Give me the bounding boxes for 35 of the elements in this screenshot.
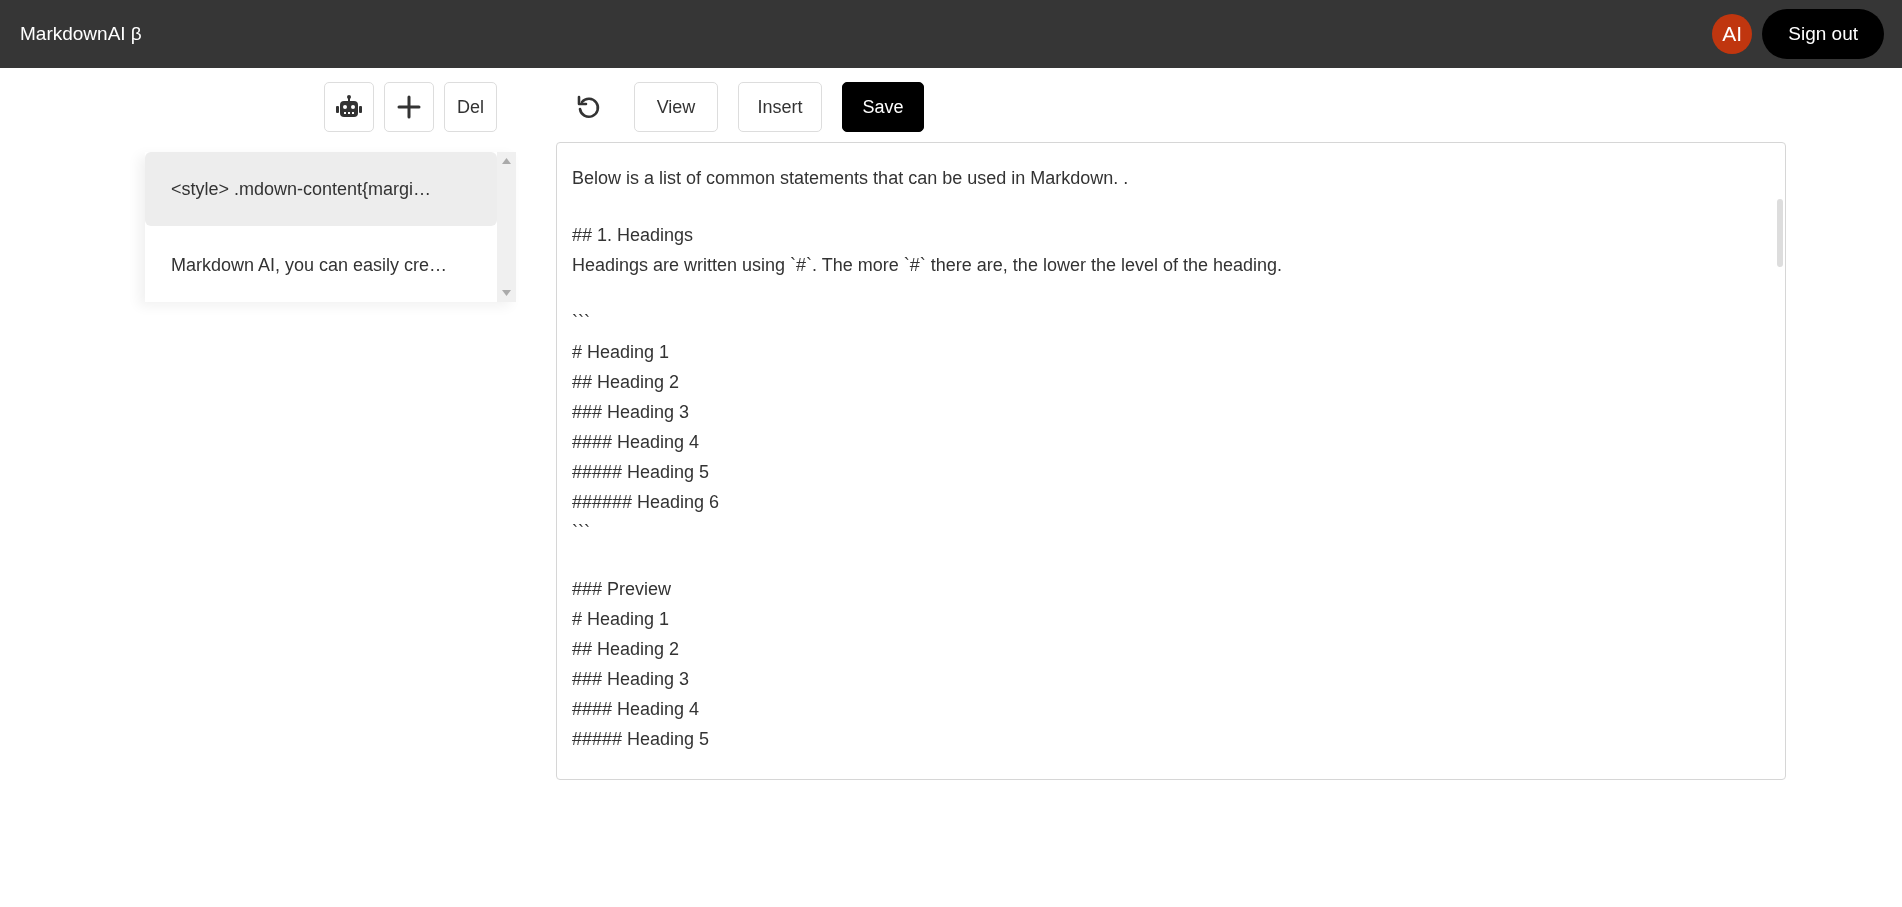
markdown-editor[interactable] <box>556 142 1786 780</box>
text-line: ##### Heading 5 <box>572 461 711 484</box>
text-line: Below is a list of common statements that can be used in Markdown. . <box>572 167 1130 190</box>
text-line: ##### Heading 5 <box>572 728 711 751</box>
text-line: ``` <box>572 311 591 334</box>
user-avatar[interactable]: AI <box>1712 14 1753 54</box>
text-line: Headings are written using `#`. The more `#` there are, the lower the level of the heading. <box>572 254 1284 277</box>
delete-button[interactable]: Del <box>444 82 497 132</box>
text-line: ## Heading 2 <box>572 371 681 394</box>
note-item[interactable]: Markdown AI, you can easily cre… <box>145 228 497 302</box>
sign-out-button[interactable]: Sign out <box>1762 9 1884 59</box>
robot-button[interactable] <box>324 82 374 132</box>
text-line: ###### Heading 6 <box>572 491 721 514</box>
scroll-up-icon[interactable] <box>502 158 511 164</box>
note-item[interactable]: <style> .mdown-content{margi… <box>145 152 497 226</box>
plus-icon <box>397 95 421 119</box>
text-line: #### Heading 4 <box>572 698 701 721</box>
save-button[interactable]: Save <box>842 82 924 132</box>
undo-icon <box>576 94 602 120</box>
text-line: # Heading 1 <box>572 608 671 631</box>
text-line: # Heading 1 <box>572 341 671 364</box>
app-title: MarkdownAI β <box>20 23 143 45</box>
text-line: ### Heading 3 <box>572 668 691 691</box>
insert-button[interactable]: Insert <box>738 82 822 132</box>
text-line: ``` <box>572 521 591 544</box>
view-button[interactable]: View <box>634 82 718 132</box>
text-line: ## 1. Headings <box>572 224 695 247</box>
scrollbar-thumb[interactable] <box>1777 199 1783 267</box>
text-line: ### Heading 3 <box>572 401 691 424</box>
add-button[interactable] <box>384 82 434 132</box>
text-line: ## Heading 2 <box>572 638 681 661</box>
robot-icon <box>336 95 362 119</box>
scroll-down-icon[interactable] <box>502 290 511 296</box>
text-line: ### Preview <box>572 578 673 601</box>
text-line: #### Heading 4 <box>572 431 701 454</box>
